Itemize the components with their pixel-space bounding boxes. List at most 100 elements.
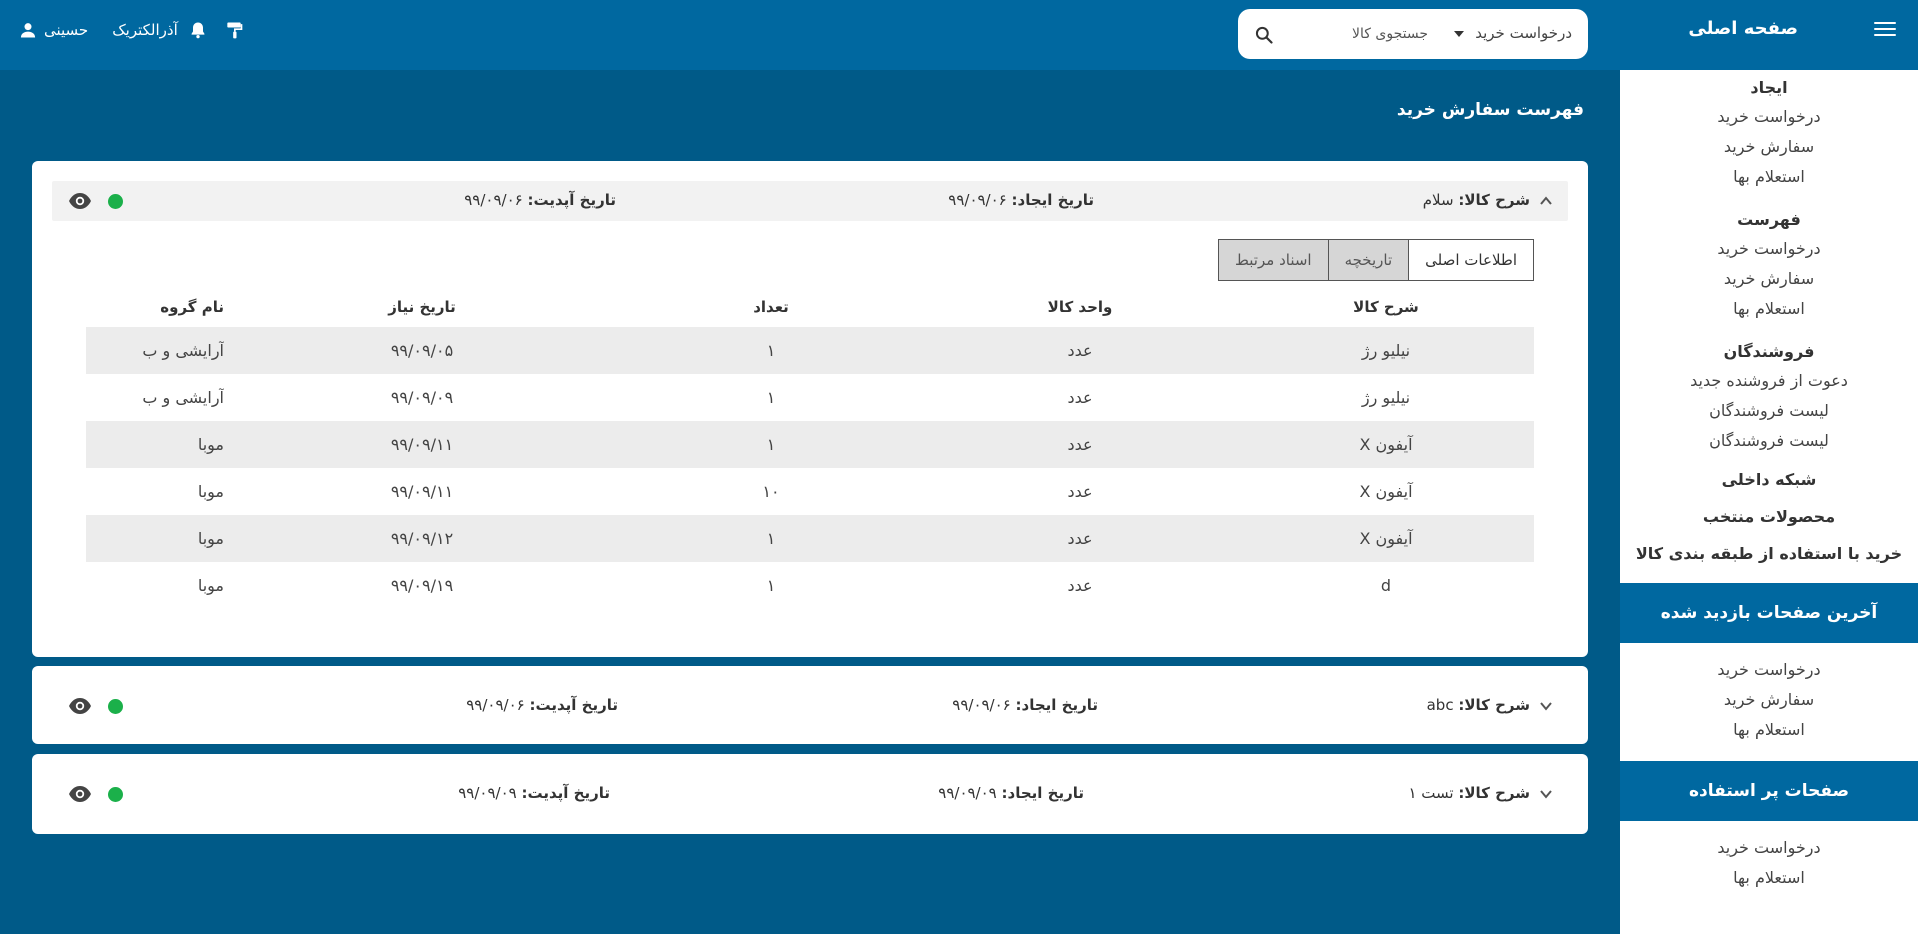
items-table: شرح کالا واحد کالا تعداد تاریخ نیاز نام …: [86, 287, 1534, 609]
table-cell: ۹۹/۰۹/۱۱: [390, 482, 454, 501]
status-dot: [108, 699, 123, 714]
popular-item[interactable]: درخواست خرید: [1620, 833, 1918, 863]
column-header: واحد کالا: [1047, 298, 1113, 316]
user-menu[interactable]: حسینی: [18, 20, 88, 40]
table-cell: عدد: [1067, 529, 1093, 548]
sidebar-item-create-purchase-request[interactable]: درخواست خرید: [1620, 102, 1918, 132]
menu-icon[interactable]: [1874, 18, 1896, 40]
sidebar-item-list-purchase-order[interactable]: سفارش خرید: [1620, 264, 1918, 294]
order-card-header[interactable]: شرح کالا: سلام تاریخ ایجاد: ۹۹/۰۹/۰۶ تار…: [52, 181, 1568, 221]
recent-item[interactable]: سفارش خرید: [1620, 685, 1918, 715]
table-row[interactable]: آیفون X عدد ۱۰ ۹۹/۰۹/۱۱ موبا: [86, 468, 1534, 515]
table-cell: ۱: [766, 576, 776, 595]
table-cell: عدد: [1067, 576, 1093, 595]
sidebar-item-list-price-inquiry[interactable]: استعلام بها: [1620, 294, 1918, 324]
tab-related-documents[interactable]: اسناد مرتبط: [1218, 239, 1329, 281]
order-card-header[interactable]: شرح کالا: تست ۱ تاریخ ایجاد: ۹۹/۰۹/۰۹ تا…: [52, 774, 1568, 814]
sidebar-item-create-purchase-order[interactable]: سفارش خرید: [1620, 132, 1918, 162]
order-updated: تاریخ آپدیت: ۹۹/۰۹/۰۶: [466, 696, 618, 714]
paint-roller-icon[interactable]: [224, 20, 244, 40]
bell-icon[interactable]: [188, 20, 208, 40]
popular-pages-header: صفحات پر استفاده: [1620, 761, 1918, 821]
chevron-down-icon[interactable]: [1538, 698, 1554, 714]
order-desc: شرح کالا: تست ۱: [1408, 784, 1530, 802]
desc-label: شرح کالا:: [1458, 191, 1530, 209]
recent-item[interactable]: درخواست خرید: [1620, 655, 1918, 685]
eye-icon[interactable]: [68, 696, 92, 716]
table-cell: ۹۹/۰۹/۱۲: [390, 529, 454, 548]
popular-item[interactable]: استعلام بها: [1620, 863, 1918, 893]
order-created: تاریخ ایجاد: ۹۹/۰۹/۰۹: [938, 784, 1084, 802]
table-cell: موبا: [197, 529, 224, 548]
order-updated: تاریخ آپدیت: ۹۹/۰۹/۰۶: [464, 191, 616, 209]
column-header: نام گروه: [160, 298, 224, 316]
search-category-label: درخواست خرید: [1475, 24, 1572, 42]
chevron-up-icon[interactable]: [1538, 193, 1554, 209]
table-row[interactable]: آیفون X عدد ۱ ۹۹/۰۹/۱۱ موبا: [86, 421, 1534, 468]
desc-label: شرح کالا:: [1458, 696, 1530, 714]
table-cell: ۱۰: [762, 482, 780, 501]
table-row[interactable]: d عدد ۱ ۹۹/۰۹/۱۹ موبا: [86, 562, 1534, 609]
company-menu[interactable]: آذرالکتریک: [112, 21, 178, 39]
tab-main-info[interactable]: اطلاعات اصلی: [1408, 239, 1534, 281]
sidebar-heading: ایجاد: [1750, 78, 1788, 97]
order-created: تاریخ ایجاد: ۹۹/۰۹/۰۶: [948, 191, 1094, 209]
table-cell: عدد: [1067, 388, 1093, 407]
sidebar-section-vendors: فروشندگان دعوت از فروشنده جدید لیست فروش…: [1620, 334, 1918, 456]
sidebar-item-list-purchase-request[interactable]: درخواست خرید: [1620, 234, 1918, 264]
sidebar-item-invite-vendor[interactable]: دعوت از فروشنده جدید: [1620, 366, 1918, 396]
desc-value: abc: [1426, 696, 1454, 714]
table-cell: آیفون X: [1359, 482, 1413, 501]
table-cell: ۹۹/۰۹/۱۱: [390, 435, 454, 454]
sidebar-item-vendor-list-2[interactable]: لیست فروشندگان: [1620, 426, 1918, 456]
chevron-down-icon: [1454, 30, 1465, 37]
created-label: تاریخ ایجاد:: [1001, 784, 1084, 802]
tab-history[interactable]: تاریخچه: [1327, 239, 1410, 281]
table-row[interactable]: نیلیو رژ عدد ۱ ۹۹/۰۹/۰۵ آرایشی و ب: [86, 327, 1534, 374]
table-cell: موبا: [197, 576, 224, 595]
home-title[interactable]: صفحه اصلی: [1688, 18, 1798, 39]
updated-value: ۹۹/۰۹/۰۶: [464, 191, 523, 209]
page-title: فهرست سفارش خرید: [1396, 100, 1584, 120]
table-row[interactable]: نیلیو رژ عدد ۱ ۹۹/۰۹/۰۹ آرایشی و ب: [86, 374, 1534, 421]
table-header: شرح کالا واحد کالا تعداد تاریخ نیاز نام …: [86, 287, 1534, 327]
order-desc: شرح کالا: سلام: [1423, 191, 1530, 209]
search-input[interactable]: [1288, 21, 1428, 47]
status-dot: [108, 787, 123, 802]
created-label: تاریخ ایجاد:: [1011, 191, 1094, 209]
order-card: شرح کالا: سلام تاریخ ایجاد: ۹۹/۰۹/۰۶ تار…: [32, 161, 1588, 657]
sidebar-item-category-buy[interactable]: خرید با استفاده از طبقه بندی کالا: [1620, 540, 1918, 583]
sidebar-item-featured-products[interactable]: محصولات منتخب: [1620, 503, 1918, 540]
recent-item[interactable]: استعلام بها: [1620, 715, 1918, 745]
status-dot: [108, 194, 123, 209]
updated-label: تاریخ آپدیت:: [527, 191, 616, 209]
table-cell: ۱: [766, 341, 776, 360]
search-category-select[interactable]: درخواست خرید: [1454, 24, 1572, 42]
table-cell: ۱: [766, 529, 776, 548]
table-cell: موبا: [197, 482, 224, 501]
eye-icon[interactable]: [68, 191, 92, 211]
user-area: حسینی آذرالکتریک: [18, 18, 244, 42]
order-created: تاریخ ایجاد: ۹۹/۰۹/۰۶: [952, 696, 1098, 714]
table-cell: عدد: [1067, 435, 1093, 454]
company-name: آذرالکتریک: [112, 21, 178, 39]
table-cell: نیلیو رژ: [1361, 388, 1411, 407]
eye-icon[interactable]: [68, 784, 92, 804]
chevron-down-icon[interactable]: [1538, 786, 1554, 802]
table-cell: آرایشی و ب: [142, 341, 224, 360]
sidebar-heading: فهرست: [1737, 210, 1801, 229]
table-cell: آیفون X: [1359, 435, 1413, 454]
order-card-header[interactable]: شرح کالا: abc تاریخ ایجاد: ۹۹/۰۹/۰۶ تاری…: [52, 686, 1568, 726]
sidebar-item-create-price-inquiry[interactable]: استعلام بها: [1620, 162, 1918, 192]
recent-pages-header: آخرین صفحات بازدید شده: [1620, 583, 1918, 643]
created-value: ۹۹/۰۹/۰۶: [952, 696, 1011, 714]
popular-pages-list: درخواست خرید استعلام بها: [1620, 821, 1918, 909]
created-value: ۹۹/۰۹/۰۶: [948, 191, 1007, 209]
sidebar-item-vendor-list[interactable]: لیست فروشندگان: [1620, 396, 1918, 426]
sidebar: ایجاد درخواست خرید سفارش خرید استعلام به…: [1620, 70, 1918, 934]
table-row[interactable]: آیفون X عدد ۱ ۹۹/۰۹/۱۲ موبا: [86, 515, 1534, 562]
sidebar-item-intranet[interactable]: شبکه داخلی: [1620, 466, 1918, 503]
updated-label: تاریخ آپدیت:: [521, 784, 610, 802]
search-icon[interactable]: [1254, 25, 1274, 45]
sidebar-section-list: فهرست درخواست خرید سفارش خرید استعلام به…: [1620, 202, 1918, 324]
